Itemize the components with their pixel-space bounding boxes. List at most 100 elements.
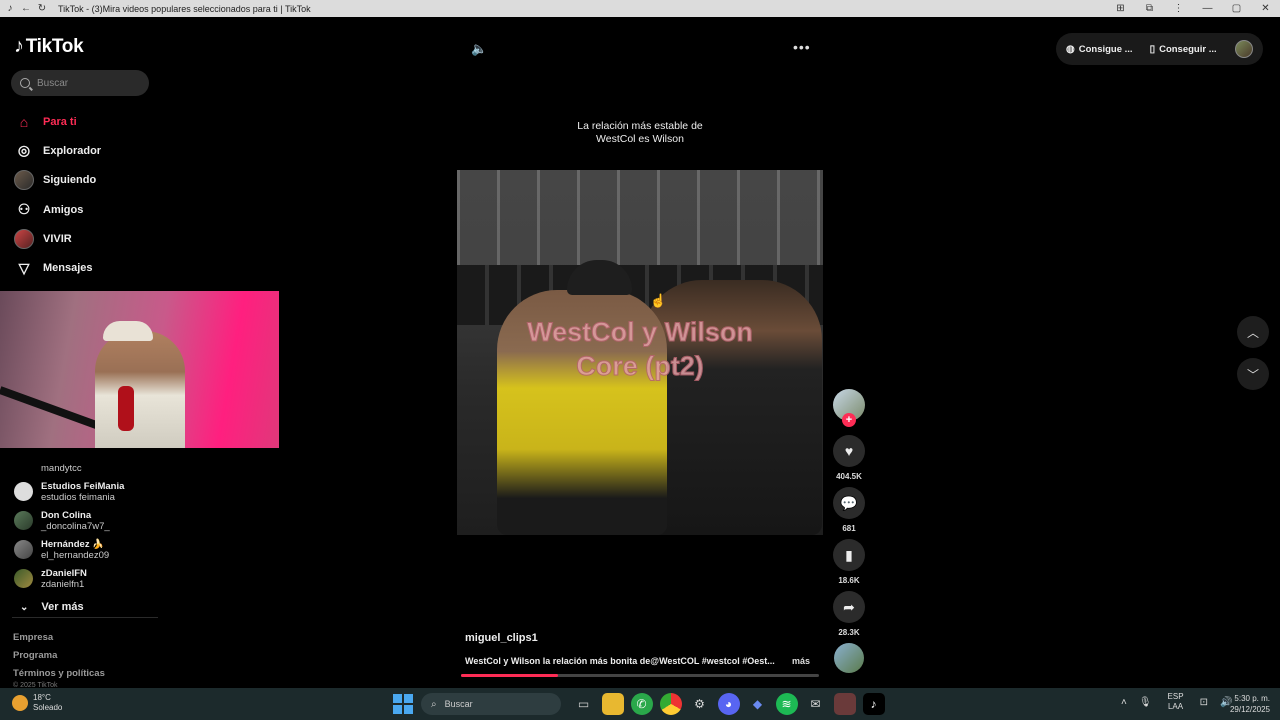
- minimize-button[interactable]: —: [1193, 3, 1222, 14]
- microphone-icon[interactable]: 🎙: [1139, 697, 1152, 708]
- sidebar-item-siguiendo[interactable]: Siguiendo: [14, 166, 101, 195]
- sidebar-item-para-ti[interactable]: ⌂ Para ti: [14, 107, 101, 136]
- weather-widget[interactable]: 18°C Soleado: [12, 693, 62, 713]
- like-count: 404.5K: [836, 472, 862, 481]
- sidebar-item-amigos[interactable]: ⚇ Amigos: [14, 195, 101, 224]
- music-disc[interactable]: [834, 643, 864, 673]
- task-view-icon[interactable]: ▭: [573, 693, 595, 715]
- time: 5:30 p. m.: [1234, 694, 1270, 703]
- live-avatar: [14, 228, 34, 249]
- sidebar-nav: ⌂ Para ti ◎ Explorador Siguiendo ⚇ Amigo…: [14, 107, 101, 283]
- sidebar-item-label: Siguiendo: [43, 174, 97, 187]
- list-item[interactable]: zDanielFN zdanielfn1: [14, 564, 124, 593]
- app-icon[interactable]: ◆: [747, 693, 769, 715]
- menu-icon[interactable]: ⋮: [1164, 3, 1193, 14]
- search-input[interactable]: Buscar: [11, 70, 149, 96]
- following-list: mandytcc Estudios FeiMania estudios feim…: [14, 463, 124, 621]
- share-button[interactable]: ➦: [833, 591, 865, 623]
- back-icon[interactable]: ←: [20, 3, 32, 15]
- sidebar-item-explorador[interactable]: ◎ Explorador: [14, 136, 101, 165]
- top-actions: ◍ Consigue ... ▯ Conseguir ...: [1056, 33, 1263, 65]
- account-name: Don Colina: [41, 509, 92, 521]
- chrome-icon[interactable]: [659, 693, 682, 715]
- clock[interactable]: 5:30 p. m. 29/12/2025: [1222, 693, 1270, 715]
- maximize-button[interactable]: ▢: [1222, 3, 1251, 14]
- list-item[interactable]: Hernández 🍌 el_hernandez09: [14, 535, 124, 564]
- footer-links: Empresa Programa Términos y políticas: [13, 629, 105, 683]
- previous-video-button[interactable]: ︿: [1237, 316, 1269, 348]
- volume-icon[interactable]: 🔈: [471, 41, 487, 57]
- more-options-icon[interactable]: •••: [793, 39, 811, 55]
- list-item[interactable]: Don Colina _doncolina7w7_: [14, 506, 124, 535]
- share-count: 28.3K: [838, 628, 860, 637]
- taskbar-search[interactable]: ⌕ Buscar: [421, 693, 561, 715]
- share-icon: ➦: [843, 598, 855, 615]
- home-icon: ⌂: [19, 113, 29, 130]
- translate-icon[interactable]: ⊞: [1106, 3, 1135, 14]
- tiktok-taskbar-icon[interactable]: ♪: [862, 693, 885, 715]
- progress-fill: [461, 674, 558, 677]
- overlay-line-1: WestCol y Wilson: [527, 317, 754, 348]
- like-button[interactable]: ♥: [833, 435, 865, 467]
- account-name: zDanielFN: [41, 567, 87, 579]
- system-tray: ˄ 🎙 ESP LAA ⊡ 🔊: [1115, 692, 1238, 712]
- video-overlay-text: WestCol y Wilson Core (pt2): [457, 315, 823, 383]
- get-coins-button[interactable]: ◍ Consigue ...: [1066, 44, 1133, 55]
- sidebar-item-label: VIVIR: [43, 232, 72, 245]
- extensions-icon[interactable]: ⧉: [1135, 3, 1164, 14]
- save-count: 18.6K: [838, 576, 860, 585]
- sidebar-item-vivir[interactable]: VIVIR: [14, 224, 101, 253]
- list-item[interactable]: mandytcc: [14, 463, 124, 477]
- comment-button[interactable]: 💬: [833, 487, 865, 519]
- footer-link-empresa[interactable]: Empresa: [13, 629, 105, 647]
- creator-avatar[interactable]: +: [833, 389, 865, 427]
- windows-start-icon[interactable]: [393, 694, 413, 714]
- see-more-label: Ver más: [41, 601, 84, 613]
- language-indicator[interactable]: ESP LAA: [1168, 692, 1184, 712]
- video-author[interactable]: miguel_clips1: [465, 632, 538, 644]
- save-button[interactable]: ▮: [833, 539, 865, 571]
- avatar: [14, 511, 33, 530]
- account-username: zdanielfn1: [41, 578, 85, 590]
- streamer-cap: [103, 321, 153, 341]
- phone-icon: ▯: [1149, 43, 1156, 55]
- heart-icon: ♥: [844, 443, 854, 459]
- more-link[interactable]: más: [792, 656, 810, 666]
- sidebar-item-label: Para ti: [43, 115, 77, 128]
- tiktok-logo[interactable]: ♪ TikTok: [14, 35, 84, 58]
- search-icon: ⌕: [431, 698, 437, 710]
- list-item[interactable]: Estudios FeiMania estudios feimania: [14, 477, 124, 506]
- video-progress-bar[interactable]: [461, 674, 819, 677]
- follow-plus-icon[interactable]: +: [842, 413, 856, 427]
- settings-icon[interactable]: ⚙: [689, 693, 711, 715]
- video-player[interactable]: WestCol y Wilson Core (pt2): [457, 170, 823, 535]
- sidebar-divider: [12, 617, 158, 618]
- discord-icon[interactable]: ◕: [717, 693, 740, 715]
- get-app-button[interactable]: ▯ Conseguir ...: [1150, 44, 1217, 55]
- chevron-down-icon: ﹀: [1246, 367, 1259, 382]
- logo-text: TikTok: [25, 35, 84, 57]
- file-explorer-icon[interactable]: [601, 693, 624, 715]
- network-icon[interactable]: ⊡: [1200, 697, 1208, 708]
- notification-app-icon[interactable]: ✉: [805, 693, 827, 715]
- sun-icon: [12, 695, 28, 711]
- profile-avatar[interactable]: [1235, 40, 1253, 58]
- game-app-icon[interactable]: [833, 693, 856, 715]
- browser-titlebar: ♪ ← ↻ TikTok - (3)Mira videos populares …: [0, 0, 1280, 17]
- reload-icon[interactable]: ↻: [36, 3, 48, 15]
- account-username: el_hernandez09: [41, 549, 110, 561]
- sidebar-item-mensajes[interactable]: ▽ Mensajes: [14, 253, 101, 282]
- microphone: [118, 386, 134, 431]
- compass-icon: ◎: [17, 142, 31, 159]
- description-text: WestCol y Wilson la relación más bonita …: [465, 656, 775, 666]
- close-button[interactable]: ✕: [1251, 3, 1280, 14]
- chevron-up-icon[interactable]: ˄: [1121, 697, 1127, 708]
- search-icon: [20, 78, 30, 88]
- whatsapp-icon[interactable]: ✆: [630, 693, 653, 715]
- webcam-overlay: [0, 291, 279, 448]
- footer-link-terminos[interactable]: Términos y políticas: [13, 665, 105, 683]
- caption-line-2: WestCol es Wilson: [596, 133, 684, 145]
- spotify-icon[interactable]: ≋: [775, 693, 798, 715]
- next-video-button[interactable]: ﹀: [1237, 358, 1269, 390]
- footer-link-programa[interactable]: Programa: [13, 647, 105, 665]
